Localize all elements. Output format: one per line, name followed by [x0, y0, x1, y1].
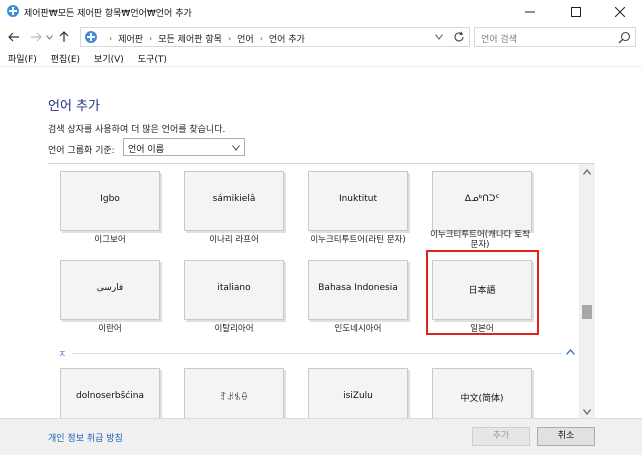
menu-tools[interactable]: 도구(T) [138, 52, 167, 65]
search-placeholder: 언어 검색 [481, 35, 517, 45]
breadcrumb-separator-icon: › [109, 34, 113, 43]
language-native-name: italiano [217, 283, 251, 293]
section-divider [72, 353, 562, 354]
scroll-down-icon[interactable] [583, 408, 591, 415]
main-content: 언어 추가 검색 상자를 사용하여 더 많은 언어를 찾습니다. 언어 그룹화 … [0, 66, 642, 419]
language-native-name: Inuktitut [338, 194, 378, 204]
selection-highlight [426, 250, 539, 335]
group-by-label: 언어 그룹화 기준: [48, 146, 115, 156]
window-title: 제어판₩모든 제어판 항목₩언어₩언어 추가 [24, 9, 192, 19]
minimize-button[interactable] [508, 0, 552, 24]
maximize-button[interactable] [554, 0, 598, 24]
menu-edit[interactable]: 편집(E) [51, 52, 80, 65]
language-native-name: Igbo [100, 194, 120, 204]
collapse-section-icon[interactable] [566, 348, 575, 355]
refresh-icon[interactable] [453, 31, 467, 45]
language-tile-chinese-simplified[interactable]: 中文(简体) [432, 368, 532, 419]
language-native-name: فارسى [96, 283, 124, 293]
up-button[interactable] [56, 29, 72, 45]
navigation-bar: › 제어판 › 모든 제어판 항목 › 언어 › 언어 추가 언어 검색 [0, 26, 642, 48]
group-by-value: 언어 이름 [128, 145, 164, 155]
language-name: 인도네시아어 [334, 324, 382, 334]
language-name: 이그보어 [94, 235, 126, 245]
cancel-button[interactable]: 취소 [537, 427, 595, 446]
breadcrumb-item[interactable]: 제어판 [118, 32, 143, 45]
language-native-name: 中文(简体) [460, 394, 504, 404]
menu-bar: 파일(F) 편집(E) 보기(V) 도구(T) [0, 50, 642, 66]
language-tile-igbo[interactable]: Igbo [60, 171, 160, 231]
section-header-letter: ㅈ [58, 350, 67, 360]
breadcrumb-separator-icon[interactable]: › [228, 34, 231, 43]
language-tile-yi[interactable]: ꆈꌠꁱꂷ [184, 368, 284, 419]
scrollbar-thumb[interactable] [582, 305, 592, 319]
language-native-name: ᐃᓄᒃᑎᑐᑦ [464, 194, 500, 204]
language-native-name: Bahasa Indonesia [318, 283, 398, 293]
breadcrumb-item[interactable]: 모든 제어판 항목 [158, 32, 222, 45]
menu-file[interactable]: 파일(F) [8, 52, 37, 65]
language-tile-indonesian[interactable]: Bahasa Indonesia [308, 260, 408, 320]
control-panel-icon [84, 30, 98, 44]
language-tile-inari-sami[interactable]: sámikielâ [184, 171, 284, 231]
language-tile-inuktitut-latin[interactable]: Inuktitut [308, 171, 408, 231]
address-bar[interactable]: › 제어판 › 모든 제어판 항목 › 언어 › 언어 추가 [80, 27, 470, 47]
page-description: 검색 상자를 사용하여 더 많은 언어를 찾습니다. [48, 125, 226, 135]
language-native-name: isiZulu [343, 391, 373, 401]
privacy-policy-link[interactable]: 개인 정보 취급 방침 [48, 431, 123, 444]
forward-button[interactable] [28, 29, 44, 45]
breadcrumb-item[interactable]: 언어 추가 [269, 32, 305, 45]
language-tile-lower-sorbian[interactable]: dolnoserbšćina [60, 368, 160, 419]
search-icon[interactable] [618, 31, 631, 44]
language-tile-zulu[interactable]: isiZulu [308, 368, 408, 419]
language-tile-inuktitut-syllabics[interactable]: ᐃᓄᒃᑎᑐᑦ [432, 171, 532, 231]
search-input[interactable]: 언어 검색 [474, 27, 636, 47]
language-tile-persian[interactable]: فارسى [60, 260, 160, 320]
menu-view[interactable]: 보기(V) [94, 52, 124, 65]
language-native-name: ꆈꌠꁱꂷ [219, 393, 249, 403]
breadcrumb-separator-icon[interactable]: › [260, 34, 263, 43]
breadcrumb-separator-icon[interactable]: › [149, 34, 152, 43]
breadcrumb-item[interactable]: 언어 [237, 32, 254, 45]
chevron-down-icon [232, 144, 240, 151]
footer: 개인 정보 취급 방침 추가 취소 [0, 418, 642, 455]
language-name: 이누크티투트어(라틴 문자) [310, 235, 406, 245]
page-title: 언어 추가 [48, 99, 100, 114]
scroll-up-icon[interactable] [583, 168, 591, 175]
language-native-name: dolnoserbšćina [76, 391, 144, 401]
language-name: 이누크티투트어(캐나다 토착 문자) [430, 230, 530, 250]
control-panel-icon [6, 4, 20, 18]
group-by-select[interactable]: 언어 이름 [123, 138, 245, 156]
language-native-name: sámikielâ [212, 194, 256, 204]
recent-locations-chevron-icon[interactable] [44, 29, 54, 45]
close-button[interactable] [598, 0, 642, 24]
vertical-scrollbar[interactable] [579, 164, 595, 419]
breadcrumb: › 제어판 › 모든 제어판 항목 › 언어 › 언어 추가 [103, 32, 305, 45]
address-dropdown-icon[interactable] [435, 33, 445, 43]
title-bar: 제어판₩모든 제어판 항목₩언어₩언어 추가 [0, 0, 642, 24]
language-tile-italian[interactable]: italiano [184, 260, 284, 320]
language-name: 이나리 라프어 [209, 235, 259, 245]
add-button[interactable]: 추가 [472, 427, 530, 446]
back-button[interactable] [6, 29, 22, 45]
language-name: 이탈리아어 [214, 324, 254, 334]
language-name: 이란어 [98, 324, 122, 334]
language-list: Igbo 이그보어 sámikielâ 이나리 라프어 Inuktitut 이누… [48, 163, 595, 419]
